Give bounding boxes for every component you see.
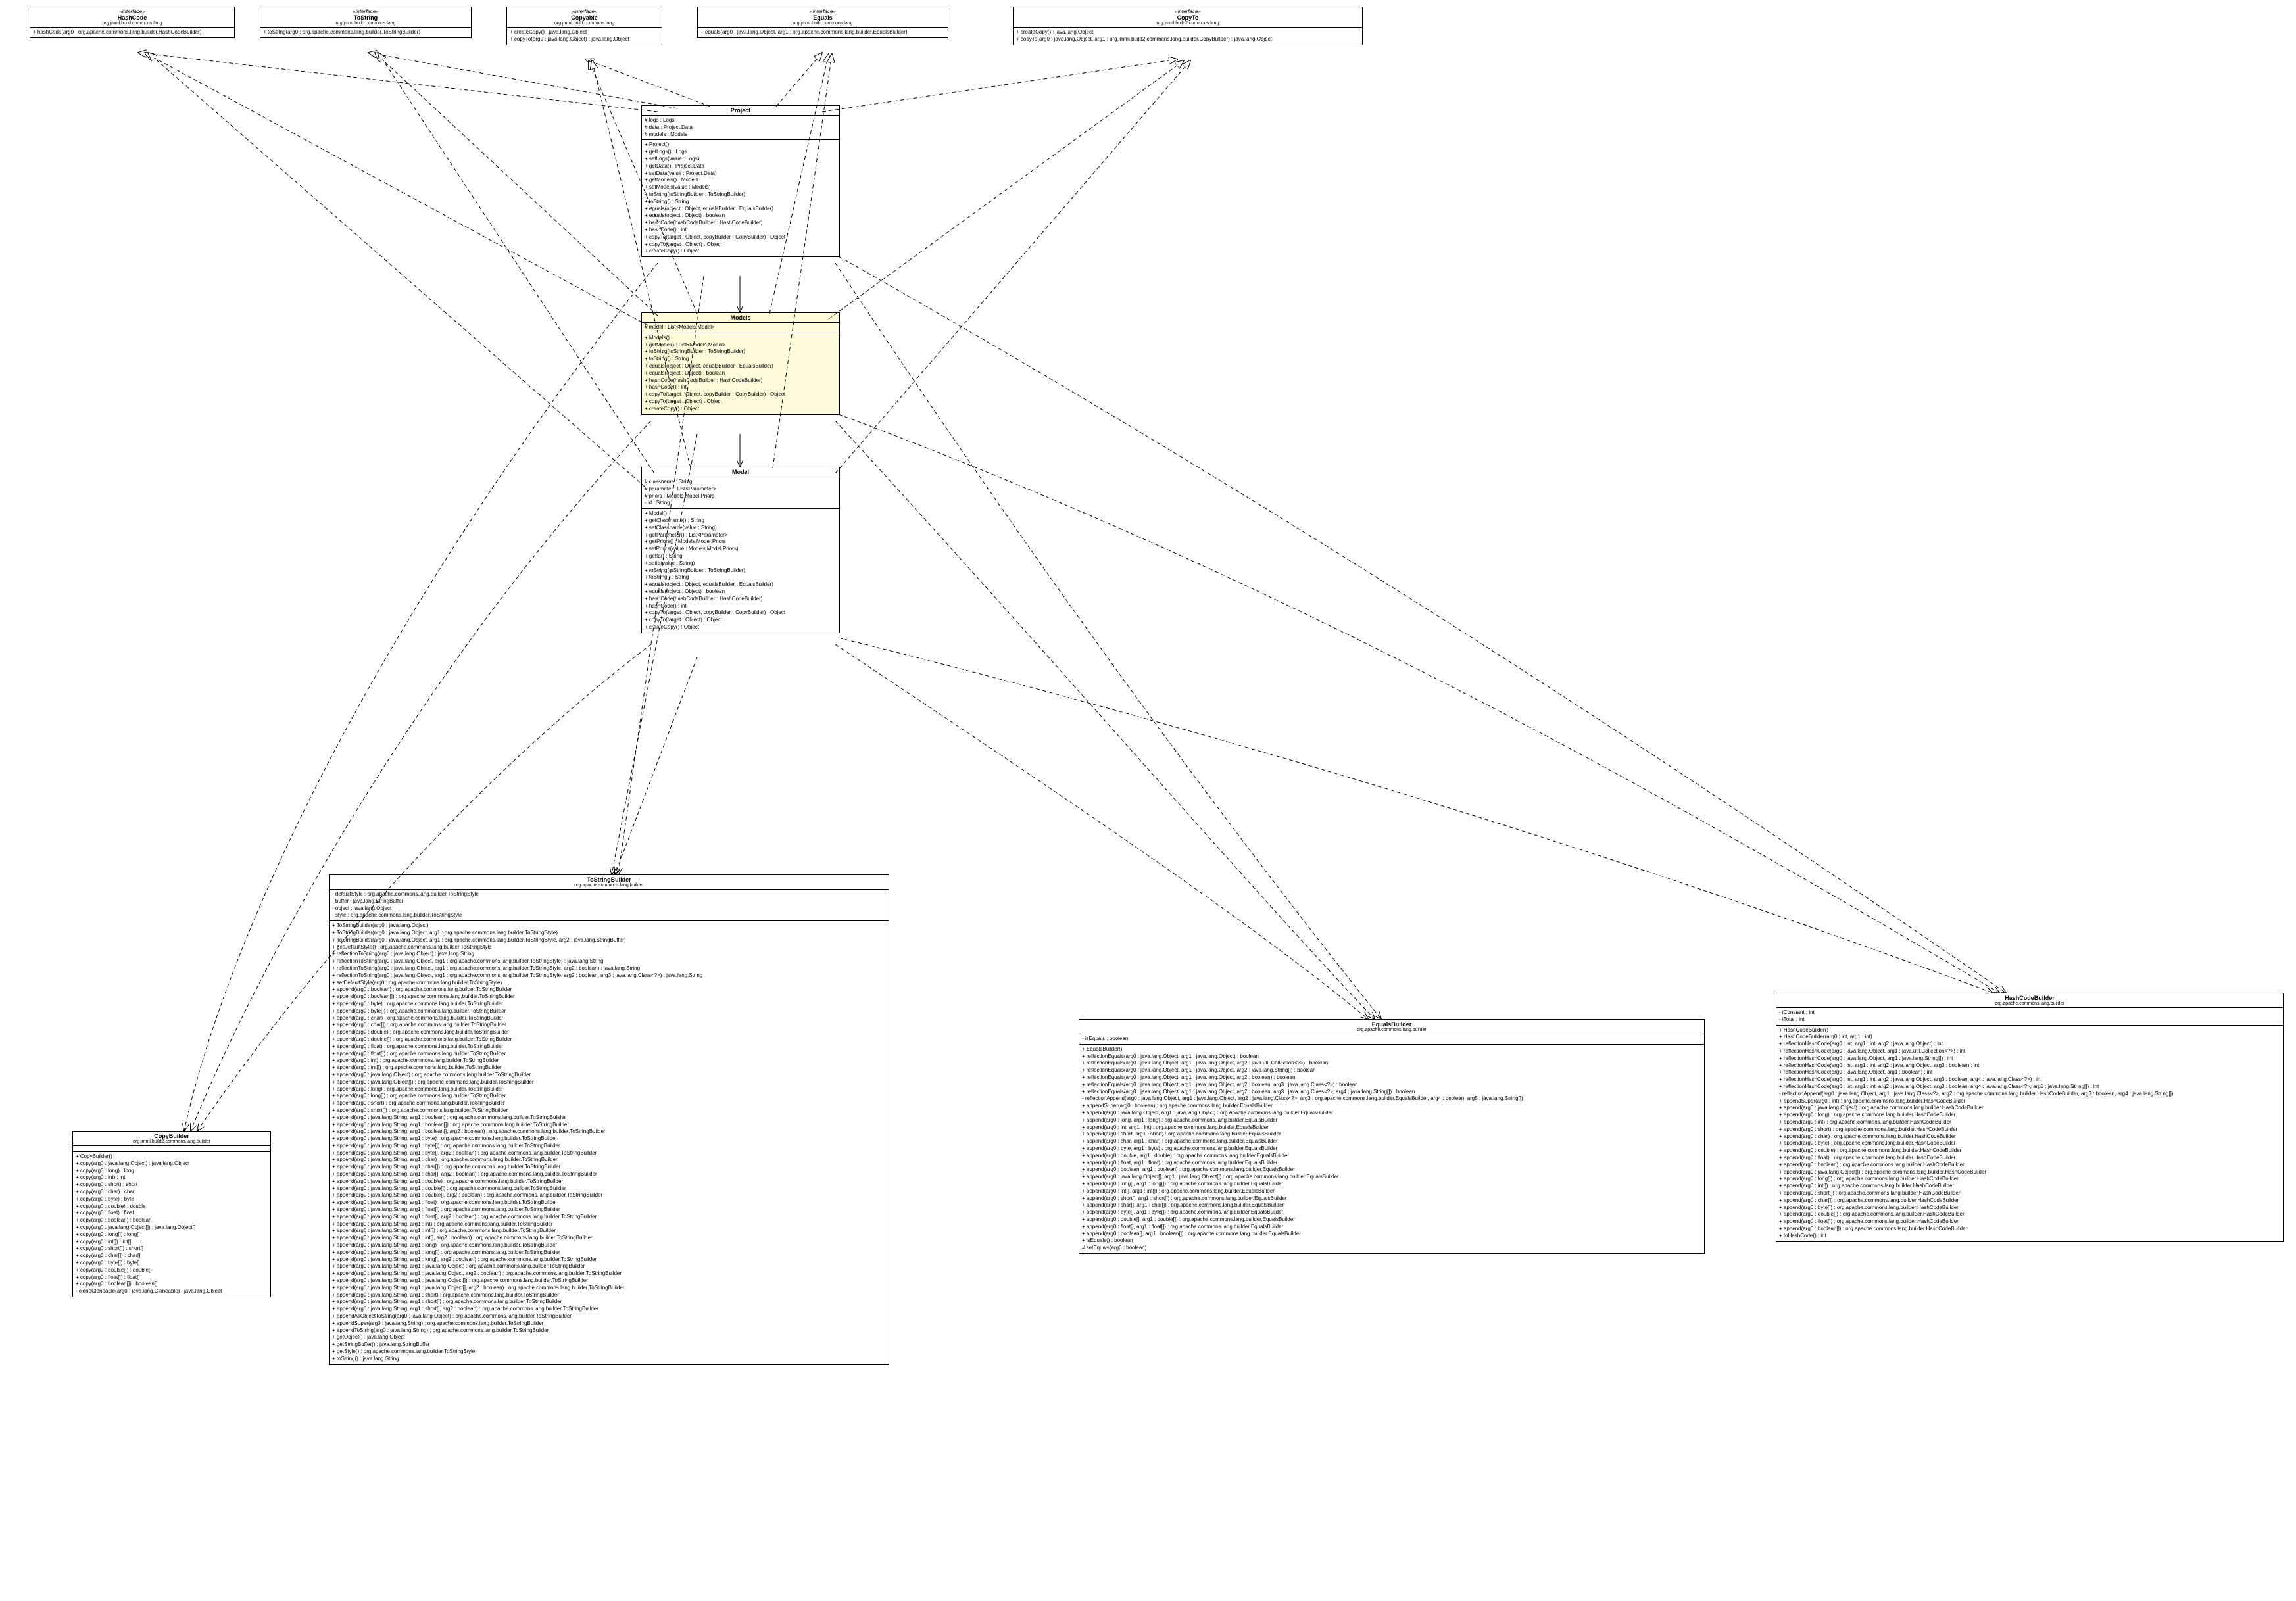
class-hashcodebuilder: HashCodeBuilderorg.apache.commons.lang.b… [1776,993,2284,1242]
interface-hashcode: «interface»HashCodeorg.jmml.build.common… [30,7,235,38]
stereo: «interface» [33,9,232,14]
class-model: Model # classname : String# parameter : … [641,467,840,633]
interface-copyable: «interface»Copyableorg.jmml.build.common… [506,7,662,45]
pkg: org.jmml.build.commons.lang [33,21,232,26]
name: HashCode [33,14,232,21]
class-tostringbuilder: ToStringBuilderorg.apache.commons.lang.b… [329,874,889,1365]
interface-copyto: «interface»CopyToorg.jmml.build2.commons… [1013,7,1363,45]
ops: + hashCode(arg0 : org.apache.commons.lan… [30,28,234,37]
class-copybuilder: CopyBuilderorg.jmml.build2.commons.lang.… [72,1131,271,1297]
class-equalsbuilder: EqualsBuilderorg.apache.commons.lang.bui… [1079,1019,1705,1254]
class-project: Project # logs : Logs# data : Project.Da… [641,105,840,257]
interface-equals: «interface»Equalsorg.jmml.build.commons.… [697,7,948,38]
interface-tostring: «interface»ToStringorg.jmml.build.common… [260,7,472,38]
class-models: Models # model : List<Models.Model> + Mo… [641,312,840,415]
